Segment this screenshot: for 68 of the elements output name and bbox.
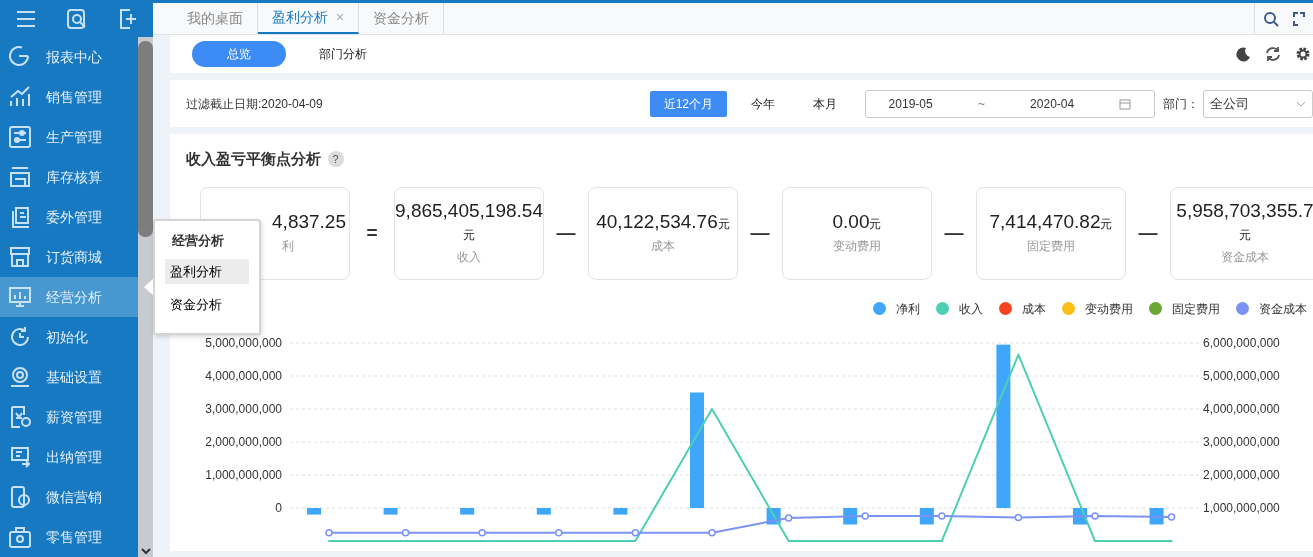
- sidebar-item[interactable]: 订货商城: [0, 237, 138, 277]
- period-button[interactable]: 本月: [799, 90, 851, 117]
- department-select[interactable]: 全公司: [1203, 89, 1313, 118]
- tab[interactable]: 资金分析: [359, 3, 445, 34]
- metric-value: 5,958,703,355.7 元: [1176, 200, 1313, 244]
- period-button[interactable]: 今年: [737, 90, 789, 117]
- sidebar-item[interactable]: 经营分析: [0, 277, 138, 317]
- sidebar-item[interactable]: 出纳管理: [0, 437, 138, 477]
- sidebar-item[interactable]: 基础设置: [0, 357, 138, 397]
- legend-label: 收入: [959, 300, 983, 318]
- metric-value: 4,837.25: [272, 211, 346, 233]
- range-separator: ~: [977, 95, 985, 113]
- axis-label: 2,000,000,000: [205, 434, 282, 449]
- metric-label: 收入: [457, 248, 481, 266]
- axis-label: 1,000,000,000: [205, 467, 282, 482]
- metric-label: 利: [282, 237, 294, 255]
- operator-sign: —: [943, 220, 965, 245]
- metric-value: 7,414,470.82元: [989, 211, 1113, 233]
- operator-sign: —: [1137, 220, 1159, 245]
- sidebar-item[interactable]: 生产管理: [0, 117, 138, 157]
- section-title: 收入盈亏平衡点分析: [186, 149, 321, 169]
- sidebar-item[interactable]: 微信营销: [0, 477, 138, 517]
- metric-value: 40,122,534.76元: [596, 211, 730, 233]
- menu-item[interactable]: 资金分析: [165, 292, 249, 318]
- operator-sign: —: [749, 220, 771, 245]
- help-icon[interactable]: ?: [327, 151, 344, 168]
- sidebar-item[interactable]: 报表中心: [0, 37, 138, 77]
- axis-label: 1,000,000,000: [1203, 500, 1280, 515]
- legend-label: 资金成本: [1259, 300, 1307, 318]
- axis-label: 4,000,000,000: [1203, 401, 1280, 416]
- menu-title: 经营分析: [171, 232, 225, 250]
- sidebar-item[interactable]: 委外管理: [0, 197, 138, 237]
- date-to: 2020-04: [1030, 95, 1075, 113]
- axis-label: 6,000,000,000: [1203, 335, 1280, 350]
- axis-label: 5,000,000,000: [205, 335, 282, 350]
- metric-label: 固定费用: [1027, 237, 1075, 255]
- date-range-field[interactable]: 2019-05 ~ 2020-04: [865, 89, 1155, 118]
- dept-label: 部门：: [1163, 95, 1199, 113]
- sidebar-item[interactable]: 库存核算: [0, 157, 138, 197]
- metric-label: 成本: [651, 237, 675, 255]
- metric-label: 变动费用: [833, 237, 881, 255]
- operator-sign: =: [365, 220, 379, 245]
- period-button[interactable]: 近12个月: [649, 90, 727, 117]
- axis-label: 3,000,000,000: [205, 401, 282, 416]
- menu-item[interactable]: 盈利分析: [165, 258, 249, 284]
- tab[interactable]: 部门分析: [296, 41, 390, 67]
- tab[interactable]: 我的桌面: [173, 3, 258, 34]
- operator-sign: —: [555, 220, 577, 245]
- axis-label: 5,000,000,000: [1203, 368, 1280, 383]
- axis-label: 2,000,000,000: [1203, 467, 1280, 482]
- date-from: 2019-05: [888, 95, 933, 113]
- metric-value: 9,865,405,198.54 元: [395, 200, 543, 244]
- sidebar-item[interactable]: 初始化: [0, 317, 138, 357]
- axis-label: 0: [275, 500, 282, 515]
- sidebar-item[interactable]: 零售管理: [0, 517, 138, 557]
- sidebar-item[interactable]: 销售管理: [0, 77, 138, 117]
- legend-label: 净利: [896, 300, 920, 318]
- metric-label: 资金成本: [1221, 248, 1269, 266]
- metric-value: 0.00元: [832, 211, 882, 233]
- legend-label: 固定费用: [1172, 300, 1220, 318]
- cutoff-date-text: 过滤截止日期:2020-04-09: [186, 95, 323, 113]
- legend-label: 成本: [1022, 300, 1046, 318]
- axis-label: 3,000,000,000: [1203, 434, 1280, 449]
- sidebar-item[interactable]: 薪资管理: [0, 397, 138, 437]
- legend-label: 变动费用: [1085, 300, 1133, 318]
- axis-label: 4,000,000,000: [205, 368, 282, 383]
- close-icon[interactable]: ×: [336, 7, 345, 28]
- tab[interactable]: 总览: [192, 41, 286, 67]
